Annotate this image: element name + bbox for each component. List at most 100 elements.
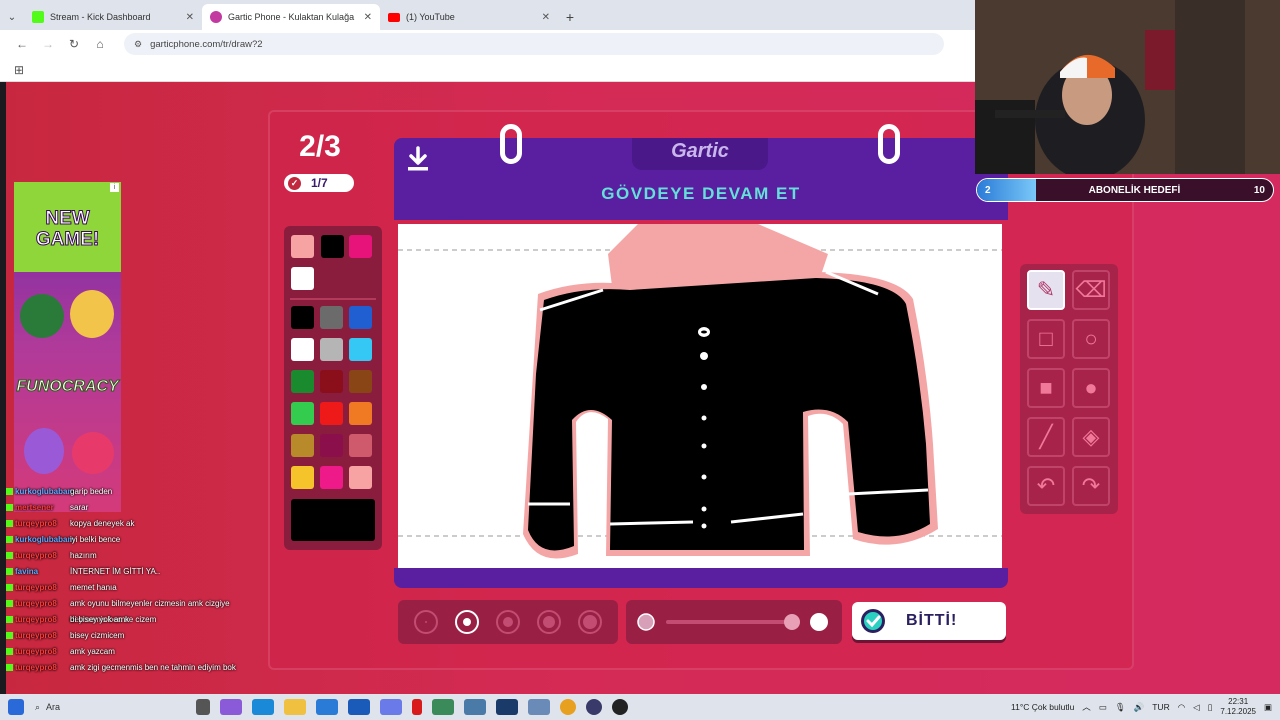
- chat-username[interactable]: turqeypro8: [15, 647, 57, 656]
- start-icon[interactable]: [8, 699, 24, 715]
- pencil-tool-button[interactable]: ✎: [1027, 270, 1065, 310]
- color-swatch[interactable]: [291, 370, 314, 393]
- circle-filled-tool-button[interactable]: ●: [1072, 368, 1110, 408]
- drawing-canvas[interactable]: [398, 224, 1002, 572]
- chat-username[interactable]: kurkoglubabam: [15, 535, 75, 544]
- tab-youtube[interactable]: (1) YouTube ✕: [380, 4, 558, 30]
- site-info-icon[interactable]: ⚙: [134, 39, 142, 50]
- back-icon[interactable]: ←: [14, 37, 30, 51]
- color-swatch[interactable]: [321, 235, 344, 258]
- color-swatch[interactable]: [291, 267, 314, 290]
- color-swatch[interactable]: [349, 402, 372, 425]
- color-swatch[interactable]: [349, 235, 372, 258]
- speaker-icon[interactable]: ◁: [1193, 702, 1200, 713]
- close-tab-icon[interactable]: ✕: [542, 12, 550, 23]
- edge-icon[interactable]: [252, 699, 274, 715]
- brush-size-dot: [425, 621, 427, 623]
- rectangle-filled-tool-button[interactable]: ■: [1027, 368, 1065, 408]
- apps-grid-icon[interactable]: ⊞: [14, 63, 24, 77]
- netflix-icon[interactable]: [412, 699, 422, 715]
- new-tab-button[interactable]: +: [558, 4, 582, 30]
- wifi-icon[interactable]: ◠: [1178, 702, 1185, 713]
- ad-info-icon[interactable]: i: [110, 183, 119, 192]
- chat-username[interactable]: turqeypro8: [15, 663, 57, 672]
- steam-icon[interactable]: [496, 699, 518, 715]
- store-icon[interactable]: [316, 699, 338, 715]
- outlook-icon[interactable]: [348, 699, 370, 715]
- color-swatch[interactable]: [320, 338, 343, 361]
- color-swatch[interactable]: [291, 466, 314, 489]
- color-swatch[interactable]: [349, 306, 372, 329]
- tab-gartic-phone[interactable]: Gartic Phone - Kulaktan Kulağa ✕: [202, 4, 380, 30]
- color-swatch[interactable]: [291, 402, 314, 425]
- url-field[interactable]: ⚙ garticphone.com/tr/draw?2: [124, 33, 944, 55]
- volume-icon[interactable]: 🔊: [1134, 702, 1145, 713]
- chat-username[interactable]: turqeypro8: [15, 583, 57, 592]
- brush-size-option[interactable]: [496, 610, 520, 634]
- chat-username[interactable]: turqeypro8: [15, 615, 57, 624]
- chat-username[interactable]: favina: [15, 567, 38, 576]
- opacity-slider[interactable]: [626, 600, 842, 644]
- ad-character-icon: [72, 432, 114, 474]
- app-icon[interactable]: [464, 699, 486, 715]
- color-swatch[interactable]: [291, 235, 314, 258]
- settings-icon[interactable]: [528, 699, 550, 715]
- color-swatch[interactable]: [320, 434, 343, 457]
- notification-icon[interactable]: ▣: [1264, 702, 1272, 713]
- chat-username[interactable]: turqeypro8: [15, 599, 57, 608]
- task-view-icon[interactable]: [196, 699, 210, 715]
- language-indicator[interactable]: TUR: [1152, 702, 1169, 712]
- color-swatch[interactable]: [320, 370, 343, 393]
- undo-tool-button[interactable]: ↶: [1027, 466, 1065, 506]
- brush-size-option[interactable]: [537, 610, 561, 634]
- download-icon[interactable]: [406, 146, 430, 172]
- side-ad-banner[interactable]: NEW GAME! FUNOCRACY i: [14, 182, 121, 512]
- mic-icon[interactable]: 🎙: [1115, 702, 1126, 713]
- chat-username[interactable]: kurkoglubabam: [15, 487, 75, 496]
- color-swatch[interactable]: [291, 434, 314, 457]
- color-swatch[interactable]: [320, 402, 343, 425]
- fill-bucket-tool-button[interactable]: ◈: [1072, 417, 1110, 457]
- chat-username[interactable]: turqeypro8: [15, 551, 57, 560]
- copilot-icon[interactable]: [220, 699, 242, 715]
- forward-icon[interactable]: →: [40, 37, 56, 51]
- chat-username[interactable]: turqeypro8: [15, 631, 57, 640]
- color-swatch[interactable]: [349, 370, 372, 393]
- reload-icon[interactable]: ↻: [66, 37, 82, 51]
- close-tab-icon[interactable]: ✕: [364, 12, 372, 23]
- color-swatch[interactable]: [349, 338, 372, 361]
- color-swatch[interactable]: [291, 338, 314, 361]
- redo-tool-button[interactable]: ↷: [1072, 466, 1110, 506]
- color-swatch[interactable]: [320, 466, 343, 489]
- brush-size-option[interactable]: [414, 610, 438, 634]
- network-icon[interactable]: ▭: [1099, 702, 1107, 713]
- tab-search-icon[interactable]: ⌄: [0, 4, 24, 30]
- brush-size-option[interactable]: [578, 610, 602, 634]
- color-swatch[interactable]: [320, 306, 343, 329]
- discord-icon[interactable]: [380, 699, 402, 715]
- obs-icon[interactable]: [586, 699, 602, 715]
- chat-username[interactable]: mertsener: [15, 503, 54, 512]
- app-icon[interactable]: [612, 699, 628, 715]
- eraser-tool-button[interactable]: ⌫: [1072, 270, 1110, 310]
- home-icon[interactable]: ⌂: [92, 37, 108, 51]
- rectangle-outline-tool-button[interactable]: □: [1027, 319, 1065, 359]
- tab-kick-dashboard[interactable]: Stream - Kick Dashboard ✕: [24, 4, 202, 30]
- chrome-icon[interactable]: [560, 699, 576, 715]
- battery-icon[interactable]: ▯: [1208, 702, 1213, 713]
- color-swatch[interactable]: [349, 434, 372, 457]
- file-explorer-icon[interactable]: [284, 699, 306, 715]
- line-tool-button[interactable]: ╱: [1027, 417, 1065, 457]
- app-icon[interactable]: [432, 699, 454, 715]
- clock[interactable]: 22:31 7.12.2025: [1220, 697, 1256, 717]
- circle-outline-tool-button[interactable]: ○: [1072, 319, 1110, 359]
- close-tab-icon[interactable]: ✕: [186, 12, 194, 23]
- search-box[interactable]: ⌕ Ara: [35, 698, 185, 716]
- chat-username[interactable]: turqeypro8: [15, 519, 57, 528]
- color-swatch[interactable]: [349, 466, 372, 489]
- color-swatch[interactable]: [291, 306, 314, 329]
- tray-chevron-icon[interactable]: ︿: [1082, 701, 1091, 713]
- brush-size-option[interactable]: [455, 610, 479, 634]
- done-button[interactable]: BİTTİ!: [852, 602, 1006, 640]
- weather-text[interactable]: 11°C Çok bulutlu: [1011, 702, 1074, 712]
